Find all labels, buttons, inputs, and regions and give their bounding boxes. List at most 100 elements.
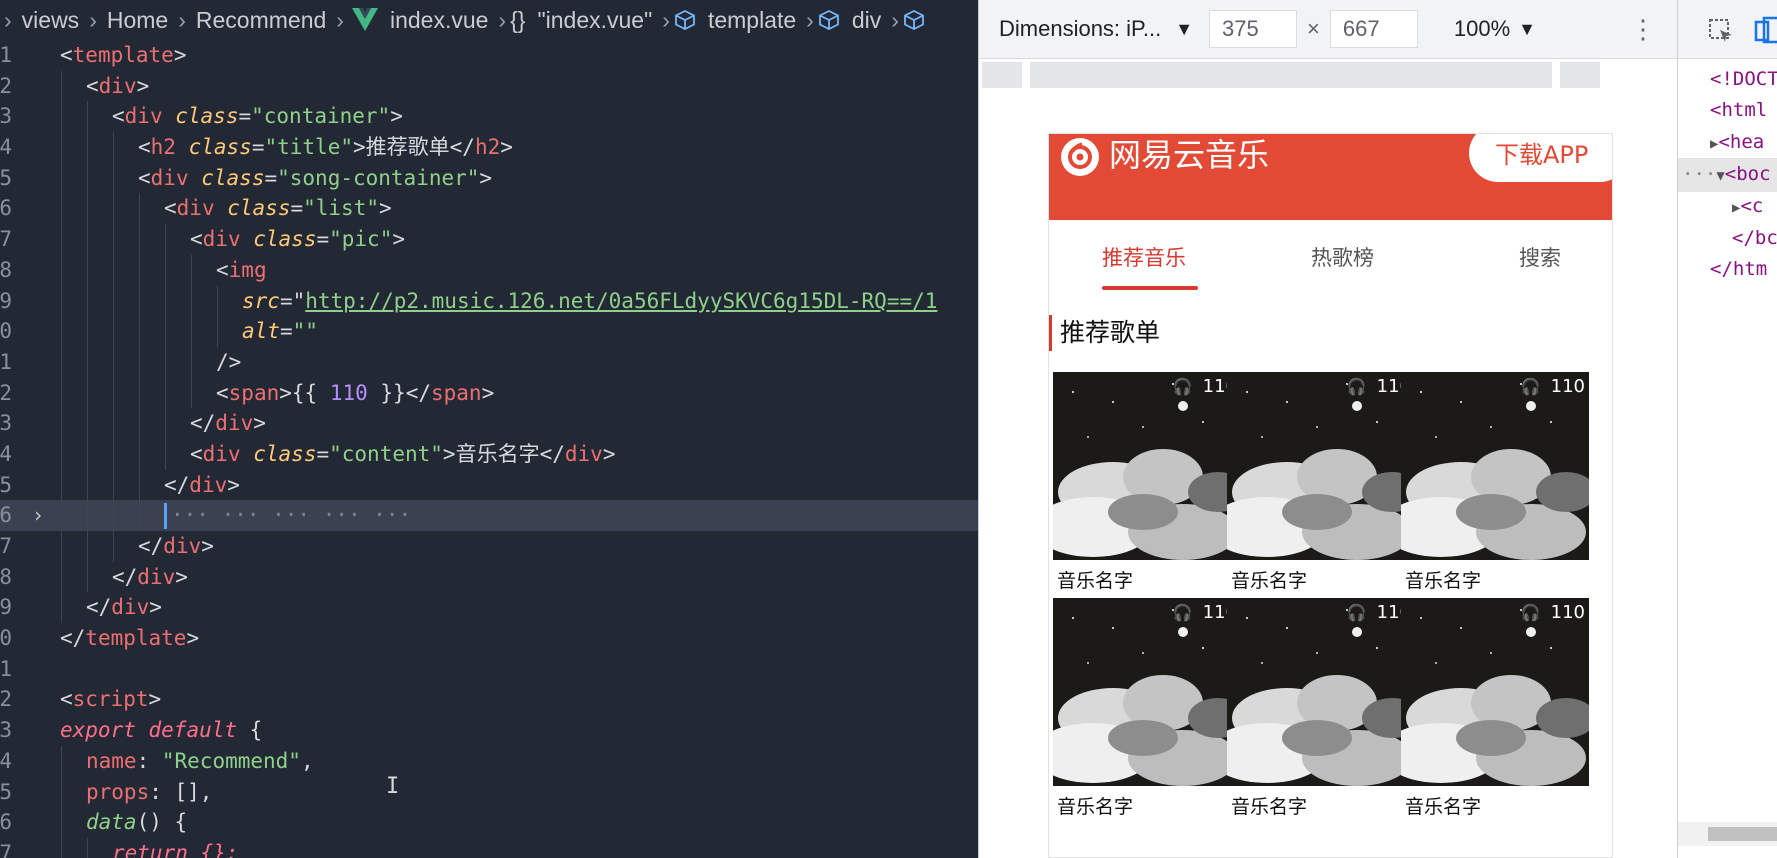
code-line[interactable]: 2 <div> <box>0 70 978 102</box>
code-line[interactable]: 5 </div> <box>0 469 978 501</box>
nav-tabs: 推荐音乐 热歌榜 搜索 <box>1049 220 1612 300</box>
code-line[interactable]: 9 </div> <box>0 592 978 624</box>
dom-node-body-close[interactable]: </bc <box>1732 227 1777 249</box>
code-line[interactable]: 2 <span>{{ 110 }}</span> <box>0 377 978 409</box>
song-name: 音乐名字 <box>1405 796 1482 818</box>
height-input[interactable]: 667 <box>1329 10 1418 48</box>
code-line[interactable]: 7 <div class="pic"> <box>0 224 978 255</box>
code-line[interactable]: 4 <div class="content">音乐名字</div> <box>0 438 978 470</box>
fold-chevron-icon[interactable]: › <box>32 500 44 531</box>
src-url-link[interactable]: http://p2.music.126.net/0a56FLdyySKVC6g1… <box>305 289 937 313</box>
cube-icon <box>818 9 839 31</box>
playlist-cover-image[interactable]: 🎧 110 <box>1401 598 1589 786</box>
code-line[interactable]: 8 <img <box>0 254 978 286</box>
download-app-button[interactable]: 下载APP <box>1469 134 1612 182</box>
song-name: 音乐名字 <box>1231 570 1308 592</box>
tab-search[interactable]: 搜索 <box>1519 242 1561 272</box>
scrollbar-thumb[interactable] <box>1708 827 1777 841</box>
brand-name: 网易云音乐 <box>1109 136 1270 174</box>
media-query-ruler[interactable] <box>982 62 1678 88</box>
breadcrumb-recommend[interactable]: Recommend <box>196 7 326 34</box>
code-line[interactable]: 5 props: [], <box>0 776 978 808</box>
dom-node-doctype[interactable]: <!DOCT <box>1710 68 1777 90</box>
song-name: 音乐名字 <box>1057 796 1134 818</box>
code-line[interactable]: 9 src="http://p2.music.126.net/0a56FLdyyS… <box>0 285 978 317</box>
active-tab-indicator <box>1102 286 1198 290</box>
code-line[interactable]: 0 alt="" <box>0 316 978 347</box>
caret-down-icon: ▼ <box>1518 18 1536 39</box>
dom-node-html-close[interactable]: </htm <box>1710 258 1767 280</box>
code-area[interactable]: 1 <template> 2 <div> 3 <div class="containe… <box>0 40 978 858</box>
play-count-value: 110 <box>1550 602 1585 623</box>
playlist-cover-image[interactable]: 🎧 110 <box>1227 598 1415 786</box>
breadcrumb-template[interactable]: template <box>708 7 796 34</box>
device-toggle-icon[interactable] <box>1754 16 1777 46</box>
code-line[interactable]: 4 <h2 class="title">推荐歌单</h2> <box>0 132 978 163</box>
tab-recommend-music[interactable]: 推荐音乐 <box>1102 242 1186 272</box>
code-line-current[interactable]: 6 › ··· ··· ··· ··· ··· <box>0 500 978 531</box>
breadcrumb-views[interactable]: views <box>22 7 80 34</box>
playlist-cover-image[interactable]: 🎧 110 <box>1401 372 1589 560</box>
width-input[interactable]: 375 <box>1209 10 1297 48</box>
code-line[interactable]: 1 <box>0 654 978 685</box>
breadcrumb-separator: › <box>498 6 507 33</box>
breadcrumb: › views › Home › Recommend › index.vue ›… <box>0 0 978 40</box>
cube-icon <box>675 9 695 31</box>
code-line[interactable]: 0 </template> <box>0 623 978 654</box>
code-line[interactable]: 4 name: "Recommend", <box>0 745 978 777</box>
dom-node-html[interactable]: <html <box>1710 99 1767 121</box>
play-count-value: 110 <box>1550 376 1585 397</box>
playlist-cover-image[interactable]: 🎧 110 <box>1227 372 1415 560</box>
code-line[interactable]: 3 </div> <box>0 408 978 439</box>
elements-panel: <!DOCT <html ▶<hea ···▼<boc ▶<c </bc </h… <box>1677 0 1777 858</box>
breadcrumb-home[interactable]: Home <box>107 7 168 34</box>
headphones-icon: 🎧 <box>1346 377 1367 396</box>
playlist-card[interactable]: 🎧 110 音乐名字 <box>1053 372 1241 593</box>
more-options-icon[interactable]: ⋮ <box>1630 16 1656 42</box>
code-line[interactable]: 1 <template> <box>0 40 978 71</box>
breadcrumb-separator: › <box>4 6 12 33</box>
code-line[interactable]: 1/> <box>0 346 978 378</box>
dom-node-body[interactable]: ···▼<boc <box>1682 163 1771 185</box>
section-title: 推荐歌单 <box>1060 318 1161 347</box>
code-line[interactable]: 2 <script> <box>0 684 978 715</box>
playlist-card[interactable]: 🎧 110 音乐名字 <box>1227 598 1415 819</box>
playlist-cover-image[interactable]: 🎧 110 <box>1053 598 1241 786</box>
headphones-icon: 🎧 <box>1520 603 1541 622</box>
playlist-card[interactable]: 🎧 110 音乐名字 <box>1401 372 1589 593</box>
code-line[interactable]: 6 <div class="list"> <box>0 193 978 225</box>
section-accent-bar <box>1049 315 1052 351</box>
mobile-viewport: 网易云音乐 下载APP 推荐音乐 热歌榜 搜索 推荐歌单 🎧 110 音乐名字 🎧 11… <box>1048 133 1613 858</box>
playlist-card[interactable]: 🎧 110 音乐名字 <box>1401 598 1589 819</box>
code-line[interactable]: 7 </div> <box>0 531 978 562</box>
breadcrumb-component[interactable]: "index.vue" <box>537 7 652 34</box>
dimensions-label: Dimensions: iP... <box>999 16 1162 41</box>
code-line[interactable]: 3 <div class="container"> <box>0 101 978 133</box>
zoom-dropdown[interactable]: 100% ▼ <box>1454 16 1536 42</box>
zoom-label: 100% <box>1453 16 1511 41</box>
dom-node-head[interactable]: ▶<hea <box>1710 131 1764 153</box>
code-line[interactable]: 8 </div> <box>0 561 978 593</box>
tab-hot-songs[interactable]: 热歌榜 <box>1311 242 1374 272</box>
inspect-element-icon[interactable] <box>1708 18 1734 44</box>
dom-node-child[interactable]: ▶<c <box>1732 195 1763 217</box>
headphones-icon: 🎧 <box>1346 603 1367 622</box>
breadcrumb-separator: › <box>806 6 814 33</box>
code-line[interactable]: 3 export default { <box>0 715 978 746</box>
cube-icon <box>904 9 924 31</box>
device-toolbar: Dimensions: iP... ▼ 375 × 667 100% ▼ ⋮ <box>979 0 1678 59</box>
playlist-card[interactable]: 🎧 110 音乐名字 <box>1227 372 1415 593</box>
code-line[interactable]: 7 return {}; <box>0 837 978 858</box>
dimensions-dropdown[interactable]: Dimensions: iP... ▼ <box>999 16 1209 42</box>
code-line[interactable]: 6 data() { <box>0 807 978 838</box>
code-editor[interactable]: › views › Home › Recommend › index.vue ›… <box>0 0 978 858</box>
breadcrumb-file[interactable]: index.vue <box>390 7 488 34</box>
playlist-cover-image[interactable]: 🎧 110 <box>1053 372 1241 560</box>
text-cursor <box>164 503 167 530</box>
code-line[interactable]: 5 <div class="song-container"> <box>0 162 978 194</box>
horizontal-scrollbar[interactable] <box>1678 822 1777 846</box>
folded-region[interactable]: ··· ··· ··· ··· ··· <box>171 503 411 527</box>
breadcrumb-div[interactable]: div <box>852 7 881 34</box>
elements-toolbar <box>1678 0 1777 59</box>
playlist-card[interactable]: 🎧 110 音乐名字 <box>1053 598 1241 819</box>
